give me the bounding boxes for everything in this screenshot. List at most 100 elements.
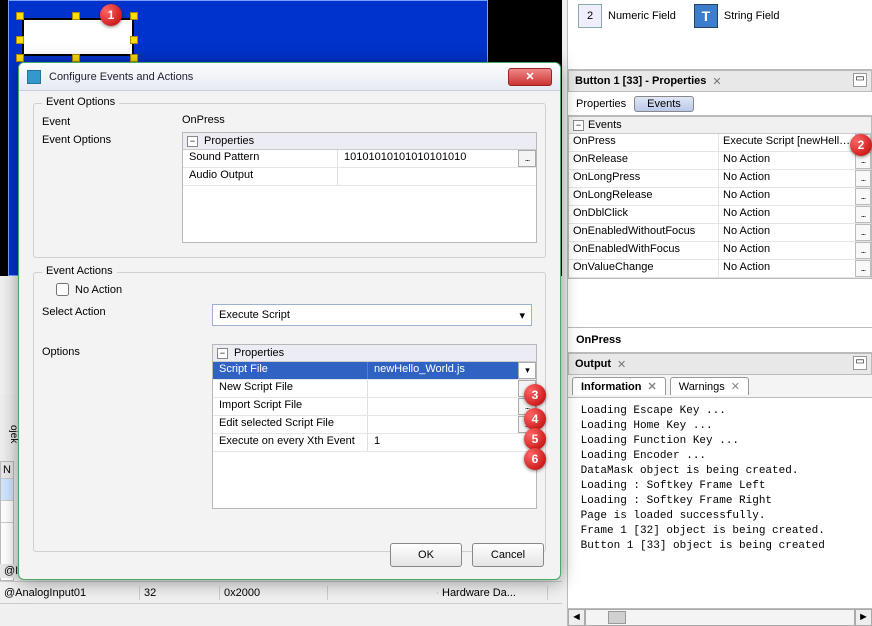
tab-warnings[interactable]: Warnings ✕ xyxy=(670,377,749,395)
collapse-toggle-icon[interactable]: − xyxy=(217,348,228,359)
event-edit-button[interactable]: ... xyxy=(855,242,871,259)
event-row[interactable]: OnPressExecute Script [newHello...... xyxy=(569,134,871,152)
callout-badge-4: 4 xyxy=(524,408,546,430)
string-field-icon: T xyxy=(694,4,718,28)
value-script-file[interactable]: newHello_World.js xyxy=(368,362,518,379)
event-edit-button[interactable]: ... xyxy=(855,224,871,241)
value-execute-every-xth[interactable]: 1 xyxy=(368,434,536,451)
no-action-checkbox[interactable] xyxy=(56,283,69,296)
resize-handle-mr[interactable] xyxy=(130,36,138,44)
event-row[interactable]: OnValueChangeNo Action... xyxy=(569,260,871,278)
panel-title: Output xyxy=(575,358,611,370)
varcell-c1: 32 xyxy=(140,586,220,600)
tab-properties[interactable]: Properties xyxy=(576,98,626,110)
callout-badge-2: 2 xyxy=(850,134,872,156)
event-value: No Action xyxy=(719,188,855,205)
label-event: Event xyxy=(42,114,182,128)
label-script-file: Script File xyxy=(213,362,368,379)
event-edit-button[interactable]: ... xyxy=(855,170,871,187)
cancel-button[interactable]: Cancel xyxy=(472,543,544,567)
event-row[interactable]: OnEnabledWithoutFocusNo Action... xyxy=(569,224,871,242)
resize-handle-bm[interactable] xyxy=(72,54,80,62)
event-row[interactable]: OnEnabledWithFocusNo Action... xyxy=(569,242,871,260)
event-options-grid: − Properties Sound Pattern 1010101010101… xyxy=(182,132,537,243)
events-section-label: Events xyxy=(588,119,622,131)
resize-handle-ml[interactable] xyxy=(16,36,24,44)
resize-handle-tl[interactable] xyxy=(16,12,24,20)
callout-badge-6: 6 xyxy=(524,448,546,470)
value-audio-output[interactable] xyxy=(338,168,536,185)
varcell-name: @AnalogInput01 xyxy=(0,586,140,600)
close-icon[interactable]: ✕ xyxy=(617,358,626,371)
properties-panel-header: Button 1 [33] - Properties ✕ ▭ xyxy=(568,70,872,92)
collapse-toggle-icon[interactable]: − xyxy=(187,136,198,147)
event-row[interactable]: OnLongPressNo Action... xyxy=(569,170,871,188)
dialog-titlebar[interactable]: Configure Events and Actions ✕ xyxy=(19,63,560,91)
dialog-close-button[interactable]: ✕ xyxy=(508,68,552,86)
event-edit-button[interactable]: ... xyxy=(855,260,871,277)
callout-badge-5: 5 xyxy=(524,428,546,450)
resize-handle-tm[interactable] xyxy=(72,12,80,20)
close-icon[interactable]: ✕ xyxy=(648,380,657,393)
value-sound-pattern[interactable]: 10101010101010101010 xyxy=(338,150,518,167)
scroll-right-icon[interactable]: ► xyxy=(855,609,872,626)
resize-handle-br[interactable] xyxy=(130,54,138,62)
ok-button[interactable]: OK xyxy=(390,543,462,567)
events-grid: − Events OnPressExecute Script [newHello… xyxy=(568,116,872,279)
label-execute-every-xth: Execute on every Xth Event xyxy=(213,434,368,451)
toolbox-numeric-field[interactable]: 2 Numeric Field xyxy=(578,4,676,28)
toolbox-string-field[interactable]: T String Field xyxy=(694,4,780,28)
event-name: OnPress xyxy=(569,134,719,151)
event-name: OnLongPress xyxy=(569,170,719,187)
event-value: No Action xyxy=(719,170,855,187)
toolbox-bar: 2 Numeric Field T String Field xyxy=(568,0,872,70)
collapse-button[interactable]: ▭ xyxy=(853,73,867,87)
event-value: No Action xyxy=(719,260,855,277)
panel-title: Button 1 [33] - Properties xyxy=(575,75,706,87)
event-name: OnDblClick xyxy=(569,206,719,223)
script-file-dropdown-button[interactable]: ▾ xyxy=(518,362,536,379)
scroll-left-icon[interactable]: ◄ xyxy=(568,609,585,626)
properties-header-label: Properties xyxy=(234,347,284,359)
group-event-options: Event Options xyxy=(42,96,119,108)
value-import-script-file[interactable] xyxy=(368,398,518,415)
properties-header-label: Properties xyxy=(204,135,254,147)
collapse-button[interactable]: ▭ xyxy=(853,356,867,370)
row-icon-selected xyxy=(1,479,13,501)
event-name: OnEnabledWithoutFocus xyxy=(569,224,719,241)
tab-information[interactable]: Information ✕ xyxy=(572,377,666,395)
label-audio-output: Audio Output xyxy=(183,168,338,185)
event-edit-button[interactable]: ... xyxy=(855,188,871,205)
event-row[interactable]: OnLongReleaseNo Action... xyxy=(569,188,871,206)
output-hscrollbar[interactable]: ◄ ► xyxy=(568,608,872,626)
collapse-toggle-icon[interactable]: − xyxy=(573,120,584,131)
group-event-actions: Event Actions xyxy=(42,265,117,277)
resize-handle-bl[interactable] xyxy=(16,54,24,62)
resize-handle-tr[interactable] xyxy=(130,12,138,20)
label-options: Options xyxy=(42,344,212,509)
varcell-c2: 0x2000 xyxy=(220,586,328,600)
label-new-script-file: New Script File xyxy=(213,380,368,397)
event-value: No Action xyxy=(719,242,855,259)
tab-events[interactable]: Events xyxy=(634,96,694,112)
label-event-options: Event Options xyxy=(42,132,182,243)
browse-button[interactable]: ... xyxy=(518,150,536,167)
scroll-thumb[interactable] xyxy=(608,611,626,624)
scroll-track[interactable] xyxy=(585,609,855,626)
close-icon[interactable]: ✕ xyxy=(731,380,740,393)
chevron-down-icon: ▾ xyxy=(519,309,525,322)
value-new-script-file[interactable] xyxy=(368,380,518,397)
varcell-c3 xyxy=(328,592,438,594)
callout-badge-1: 1 xyxy=(100,4,122,26)
action-options-grid: − Properties Script File newHello_World.… xyxy=(212,344,537,509)
event-value: No Action xyxy=(719,224,855,241)
event-row[interactable]: OnReleaseNo Action... xyxy=(569,152,871,170)
close-icon[interactable]: ✕ xyxy=(712,75,721,88)
event-row[interactable]: OnDblClickNo Action... xyxy=(569,206,871,224)
event-edit-button[interactable]: ... xyxy=(855,206,871,223)
select-action-dropdown[interactable]: Execute Script ▾ xyxy=(212,304,532,326)
tab-label: Warnings xyxy=(679,381,725,393)
value-edit-script-file[interactable] xyxy=(368,416,518,433)
value-event: OnPress xyxy=(182,114,537,128)
event-name: OnRelease xyxy=(569,152,719,169)
